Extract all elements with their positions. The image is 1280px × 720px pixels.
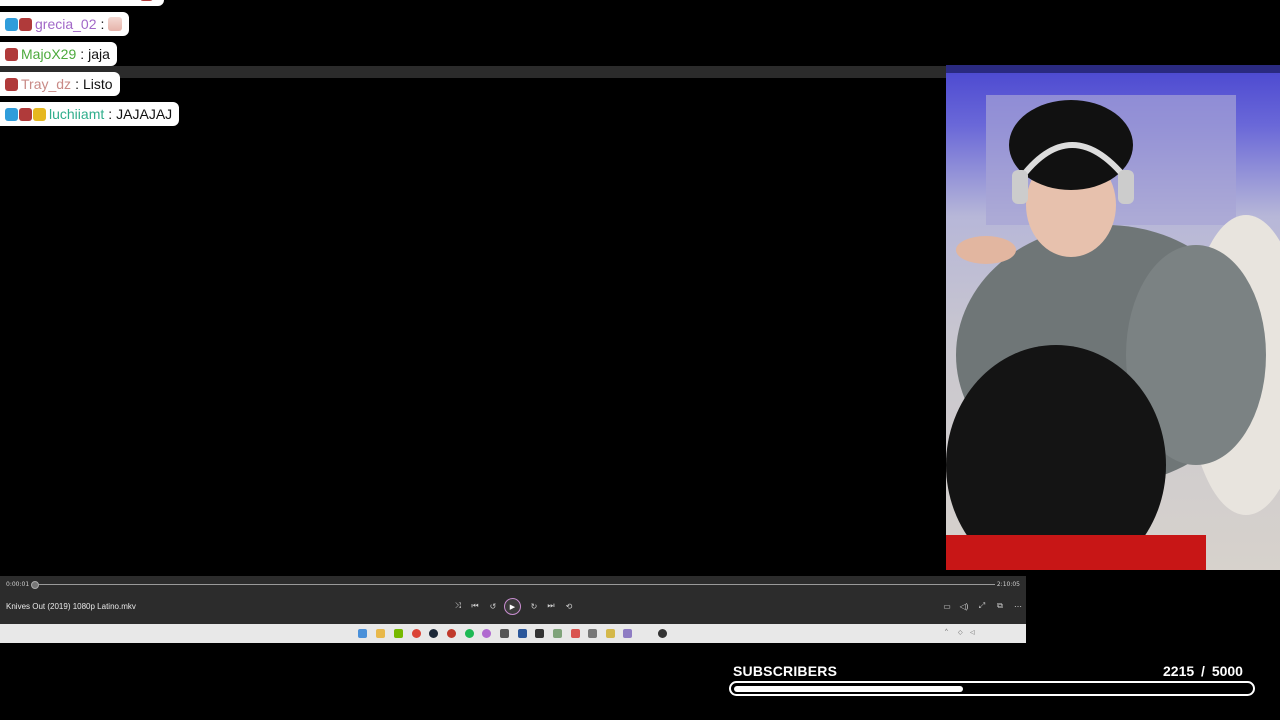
webcam-feed — [946, 65, 1280, 570]
chat-message: luchiiamt : JAJAJAJ — [0, 102, 180, 126]
forward-icon[interactable]: ↻ — [527, 599, 541, 613]
bear-badge — [140, 0, 153, 1]
repeat-icon[interactable]: ⟲ — [562, 599, 576, 613]
subgoal-progress-bar — [729, 681, 1255, 696]
media-player-icon[interactable] — [658, 629, 667, 638]
chat-username: luchiiamt — [49, 106, 105, 122]
player-title-bar — [0, 66, 946, 78]
chat-username: grecia_02 — [35, 16, 97, 32]
bear-badge — [5, 77, 18, 91]
chat-separator: : — [80, 46, 85, 62]
subtitles-icon[interactable]: ▭ — [940, 599, 954, 613]
bear-badge — [5, 47, 18, 61]
prime-badge — [5, 17, 18, 31]
rewind-icon[interactable]: ↺ — [486, 599, 500, 613]
chat-text: Listo — [82, 76, 113, 92]
crown-badge — [33, 107, 46, 121]
bear-badge — [19, 107, 32, 121]
chat-text: jaja — [88, 46, 110, 62]
fullscreen-icon[interactable]: ⤢ — [975, 599, 989, 613]
prime-badge — [5, 107, 18, 121]
chat-text: JAJAJAJ — [116, 106, 173, 122]
more-icon[interactable]: ⋯ — [1011, 599, 1025, 613]
chat-username: Tray_dz — [21, 76, 72, 92]
chevron-up-icon[interactable]: ^ — [945, 629, 948, 635]
chat-separator: : — [100, 16, 105, 32]
play-icon[interactable]: ▶ — [504, 598, 521, 615]
app-icon[interactable] — [571, 629, 580, 638]
player-controls-bar: 0:00:01 2:10:05 Knives Out (2019) 1080p … — [0, 576, 1026, 624]
word-icon[interactable] — [518, 629, 527, 638]
app-icon[interactable] — [535, 629, 544, 638]
file-explorer-icon[interactable] — [376, 629, 385, 638]
media-player-window: 0:00:01 2:10:05 Knives Out (2019) 1080p … — [0, 66, 1026, 643]
subgoal-target: / 5000 — [1201, 663, 1243, 679]
chat-message — [0, 0, 164, 6]
next-icon[interactable]: ⏭ — [544, 599, 558, 613]
chat-message: MajoX29 : jaja — [0, 42, 117, 66]
webcam-image — [946, 65, 1280, 570]
app-icon[interactable] — [606, 629, 615, 638]
volume-icon[interactable]: ◁) — [957, 599, 971, 613]
hand-emote — [108, 17, 123, 31]
file-name: Knives Out (2019) 1080p Latino.mkv — [6, 602, 136, 611]
bear-badge — [19, 17, 32, 31]
current-time: 0:00:01 — [6, 581, 30, 588]
start-icon[interactable] — [358, 629, 367, 638]
subgoal-count: 2215 / 5000 — [1163, 663, 1243, 679]
app-icon[interactable] — [553, 629, 562, 638]
previous-icon[interactable]: ⏮ — [468, 599, 482, 613]
steam-icon[interactable] — [429, 629, 438, 638]
chat-username: MajoX29 — [21, 46, 77, 62]
calculator-icon[interactable] — [500, 629, 509, 638]
chat-message: grecia_02 : — [0, 12, 130, 36]
network-icon[interactable]: ◇ — [958, 629, 963, 636]
seek-bar[interactable] — [34, 584, 995, 585]
shuffle-icon[interactable]: ⤨ — [451, 599, 465, 613]
chat-message: Tray_dz : Listo — [0, 72, 120, 96]
app-icon[interactable] — [447, 629, 456, 638]
duration-time: 2:10:05 — [996, 581, 1020, 588]
nvidia-icon[interactable] — [394, 629, 403, 638]
app-icon[interactable] — [623, 629, 632, 638]
chat-separator: : — [75, 76, 79, 92]
subgoal-current: 2215 — [1163, 663, 1195, 679]
seek-knob[interactable] — [31, 581, 39, 589]
chrome-icon[interactable] — [412, 629, 421, 638]
app-icon[interactable] — [482, 629, 491, 638]
miniplayer-icon[interactable]: ⧉ — [993, 599, 1007, 613]
windows-taskbar: ^ ◇ ◁ — [0, 624, 1026, 643]
spotify-icon[interactable] — [465, 629, 474, 638]
chat-separator: : — [108, 106, 113, 122]
subgoal-label: SUBSCRIBERS — [733, 663, 838, 679]
subgoal-progress-fill — [734, 686, 963, 692]
app-icon[interactable] — [588, 629, 597, 638]
volume-icon[interactable]: ◁ — [970, 629, 975, 636]
